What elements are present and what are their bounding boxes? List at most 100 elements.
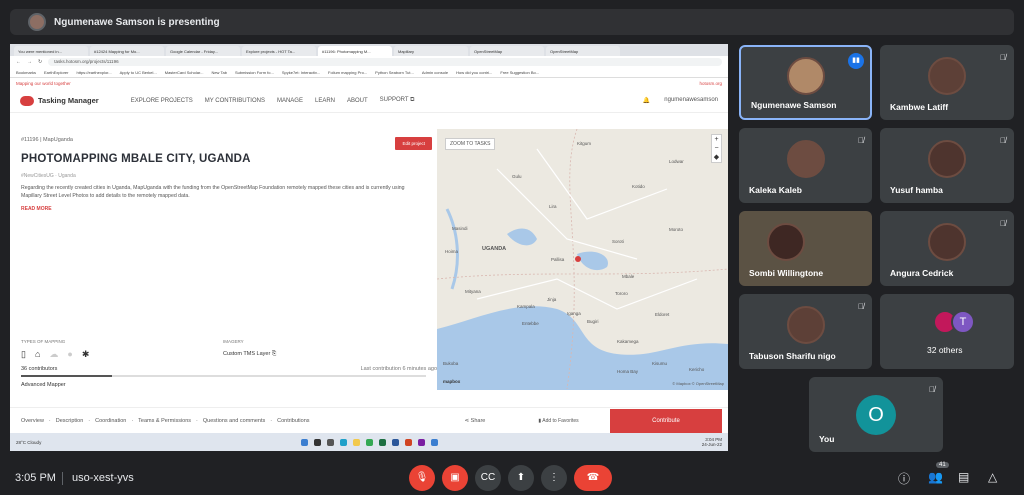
participant-video [786,56,825,95]
participant-tile[interactable]: 🎙̸ Kambwe Latiff [880,45,1014,120]
project-map[interactable]: ZOOM TO TASKS + − ◆ Gulu Lira Soroti Masin… [437,129,728,390]
participant-name: Ngumenawe Samson [751,100,837,110]
bookmark[interactable]: MasterCard Scholar... [165,70,204,75]
favorite-button[interactable]: ▮ Add to Favorites [538,418,578,424]
compass-icon[interactable]: ◆ [712,153,721,162]
bookmark[interactable]: EarthExplorer [44,70,68,75]
bookmark[interactable]: Admin console [422,70,448,75]
activities-icon[interactable]: △ [988,470,997,484]
browser-tab[interactable]: OpenStreetMap [470,46,544,56]
bookmark[interactable]: Spyke7et: Interactiv... [282,70,320,75]
participant-tile[interactable]: 🎙̸ Tabuson Sharifu nigo [739,294,872,369]
camera-toggle-button[interactable]: ▣ [442,465,468,491]
map-attribution[interactable]: © Mapbox © OpenStreetMap [672,381,724,386]
chrome-icon[interactable] [365,438,373,446]
others-count: 32 others [927,345,963,355]
search-icon[interactable] [313,438,321,446]
browser-tab[interactable]: You were mentioned in... [14,46,88,56]
nav-explore-projects[interactable]: EXPLORE PROJECTS [131,98,193,104]
windows-start-icon[interactable] [300,438,308,446]
reload-icon[interactable]: ↻ [38,59,42,65]
back-icon[interactable]: ← [16,59,21,65]
forward-icon[interactable]: → [27,59,32,65]
others-tile[interactable]: T 32 others [880,294,1014,369]
bookmark[interactable]: New Tab [211,70,227,75]
bookmark[interactable]: Folium mapping Pro... [328,70,367,75]
map-label: Kotido [632,184,645,189]
bell-icon[interactable]: 🔔 [643,97,650,104]
tab-description[interactable]: Description [56,418,84,424]
browser-tab[interactable]: Mapillary [394,46,468,56]
nav-support[interactable]: SUPPORT ⧉ [380,97,415,104]
zoom-in-button[interactable]: + [712,135,721,144]
zoom-out-button[interactable]: − [712,144,721,153]
leave-call-button[interactable]: ☎ [574,465,612,491]
app-icon[interactable] [404,438,412,446]
bookmark[interactable]: Python Seaborn Tut... [375,70,414,75]
bookmark[interactable]: Bookmarks [16,70,36,75]
nav-my-contributions[interactable]: MY CONTRIBUTIONS [205,98,265,104]
user-menu[interactable]: ngumenawesamson [664,97,718,104]
participant-tile[interactable]: 🎙̸ Kaleka Kaleb [739,128,872,203]
participant-tile[interactable]: 🎙̸ Yusuf hamba [880,128,1014,203]
browser-tab[interactable]: Google Calendar - Friday... [166,46,240,56]
mapbox-logo[interactable]: mapbox [443,379,460,384]
weather-widget[interactable]: 28°C Cloudy [16,440,41,445]
bookmark[interactable]: Submission Form fo... [235,70,274,75]
edge-icon[interactable] [339,438,347,446]
address-bar: ← → ↻ tasks.hotosm.org/projects/11196 [10,56,728,68]
imagery-value: Custom TMS Layer ⎘ [223,351,276,358]
bookmark[interactable]: Free Suggestion Bo... [500,70,539,75]
tab-teams[interactable]: Teams & Permissions [138,418,191,424]
captions-button[interactable]: CC [475,465,501,491]
word-icon[interactable] [391,438,399,446]
explorer-icon[interactable] [352,438,360,446]
nav-manage[interactable]: MANAGE [277,98,303,104]
browser-tab[interactable]: #12424 Mapping for Mo... [90,46,164,56]
map-label: Mityana [465,289,481,294]
tab-overview[interactable]: Overview [21,418,44,424]
map-label: Lira [549,204,557,209]
excel-icon[interactable] [378,438,386,446]
waterway-icon: ☁ [49,349,59,359]
participant-name: Kambwe Latiff [890,102,949,112]
browser-tab-active[interactable]: #11196: Photomapping M... [318,46,392,56]
tm-navbar: Tasking Manager EXPLORE PROJECTS MY CONT… [10,89,728,113]
edit-project-button[interactable]: Edit project [395,137,432,150]
participant-tile[interactable]: ▮▮ Ngumenawe Samson [739,45,872,120]
bookmark[interactable]: How did you contri... [456,70,492,75]
participant-tile[interactable]: 🎙̸ Angura Cedrick [880,211,1014,286]
browser-tab[interactable]: OpenStreetMap [546,46,620,56]
share-button[interactable]: ⋖ Share [465,418,486,424]
project-tags[interactable]: #NewCitiesUG · Uganda [21,173,426,179]
people-icon[interactable]: 👥 [928,470,943,484]
hotosm-link[interactable]: hotosm.org [699,81,722,86]
present-button[interactable]: ⬆ [508,465,534,491]
self-tile[interactable]: 🎙̸ O You [809,377,943,452]
contribute-button[interactable]: Contribute [610,409,722,433]
bookmark[interactable]: Apply to UC Berkel... [120,70,157,75]
app-icon[interactable] [430,438,438,446]
chat-icon[interactable]: ▤ [958,470,969,484]
nav-about[interactable]: ABOUT [347,98,368,104]
browser-tab[interactable]: Explore projects - HOT Ta... [242,46,316,56]
taskview-icon[interactable] [326,438,334,446]
tab-coordination[interactable]: Coordination [95,418,126,424]
participant-tile[interactable]: Sombi Willingtone [739,211,872,286]
project-details: #11196 | MapUganda Edit project PHOTOMAP… [10,129,437,409]
bookmark[interactable]: https://earthexplor... [76,70,111,75]
tab-questions[interactable]: Questions and comments [203,418,265,424]
copy-icon[interactable]: ⎘ [272,351,276,357]
more-options-button[interactable]: ⋮ [541,465,567,491]
types-of-mapping-label: TYPES OF MAPPING [21,339,66,344]
tab-contributions[interactable]: Contributions [277,418,309,424]
mic-toggle-button[interactable]: 🎙 [409,465,435,491]
zoom-to-tasks-button[interactable]: ZOOM TO TASKS [445,138,496,150]
url-field[interactable]: tasks.hotosm.org/projects/11196 [48,58,722,66]
tm-logo[interactable]: Tasking Manager [20,95,99,106]
read-more-link[interactable]: READ MORE [21,206,426,212]
nav-learn[interactable]: LEARN [315,98,335,104]
app-icon[interactable] [417,438,425,446]
participant-video [928,56,966,95]
info-icon[interactable]: ⓘ [898,470,910,487]
